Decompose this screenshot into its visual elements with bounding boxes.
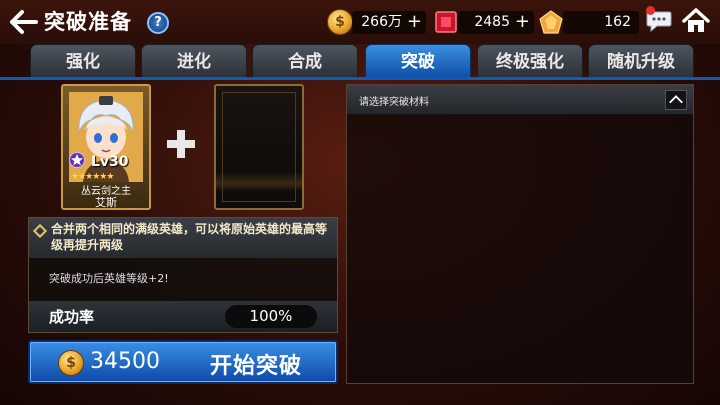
breakthrough-cost: 34500 (90, 349, 160, 374)
info-headline: 合并两个相同的满级英雄，可以将原始英雄的最高等级再提升两级 (51, 222, 328, 252)
info-box: 合并两个相同的满级英雄，可以将原始英雄的最高等级再提升两级 突破成功后英雄等级+… (28, 217, 338, 333)
info-detail: 突破成功后英雄等级+2! (49, 272, 169, 285)
diamond-icon (32, 223, 48, 239)
hero-name: 艾斯 (95, 196, 117, 209)
success-rate-row: 成功率 100% (29, 301, 337, 332)
top-bar: 突破准备 ? $ 266万 + 2485 + 162 (0, 0, 720, 44)
collapse-button[interactable] (665, 90, 687, 110)
plus-icon (167, 130, 195, 158)
add-ruby-button[interactable]: + (515, 11, 530, 33)
help-button[interactable]: ? (147, 12, 169, 34)
start-breakthrough-label: 开始突破 (210, 354, 303, 379)
tab-random-upgrade[interactable]: 随机升级 (588, 44, 694, 78)
tab-underline (0, 77, 720, 80)
add-gold-button[interactable]: + (407, 11, 422, 33)
chevron-up-icon (669, 95, 683, 104)
tab-breakthrough[interactable]: 突破 (365, 44, 471, 78)
notification-dot (646, 6, 655, 15)
page-title: 突破准备 (44, 10, 132, 34)
crystal-icon (539, 10, 563, 34)
home-icon[interactable] (681, 7, 711, 35)
material-slot-frame (222, 92, 296, 202)
ruby-icon (435, 11, 457, 33)
tab-enhance[interactable]: 强化 (30, 44, 136, 78)
material-slot[interactable] (214, 84, 304, 210)
success-rate-value: 100% (225, 305, 317, 328)
material-panel-header: 请选择突破材料 (347, 85, 693, 115)
ruby-resource: 2485 + (458, 11, 534, 34)
hero-card[interactable]: Lv30 ★★★★★★ 丛云剑之主 艾斯 (61, 84, 151, 210)
material-panel-title: 请选择突破材料 (359, 97, 429, 108)
ruby-value: 2485 (474, 14, 510, 30)
gold-resource: 266万 + (352, 11, 426, 34)
start-breakthrough-button[interactable]: $ 34500 开始突破 (28, 340, 338, 384)
tab-bar: 强化 进化 合成 突破 终极强化 随机升级 (0, 44, 720, 78)
crystal-resource: 162 (563, 11, 639, 34)
coin-icon: $ (327, 9, 353, 35)
info-header: 合并两个相同的满级英雄，可以将原始英雄的最高等级再提升两级 (29, 218, 337, 258)
hero-stars: ★★★★★★ (71, 172, 114, 182)
tab-evolve[interactable]: 进化 (141, 44, 247, 78)
tab-ultimate-enhance[interactable]: 终极强化 (477, 44, 583, 78)
success-rate-label: 成功率 (49, 308, 95, 326)
crystal-value: 162 (604, 14, 631, 30)
element-star-icon (69, 152, 85, 168)
back-arrow-icon[interactable] (8, 8, 38, 36)
coin-icon: $ (58, 350, 84, 376)
hero-level: Lv30 (91, 154, 129, 170)
material-panel: 请选择突破材料 (346, 84, 694, 384)
tab-combine[interactable]: 合成 (252, 44, 358, 78)
gold-value: 266万 (361, 14, 402, 30)
